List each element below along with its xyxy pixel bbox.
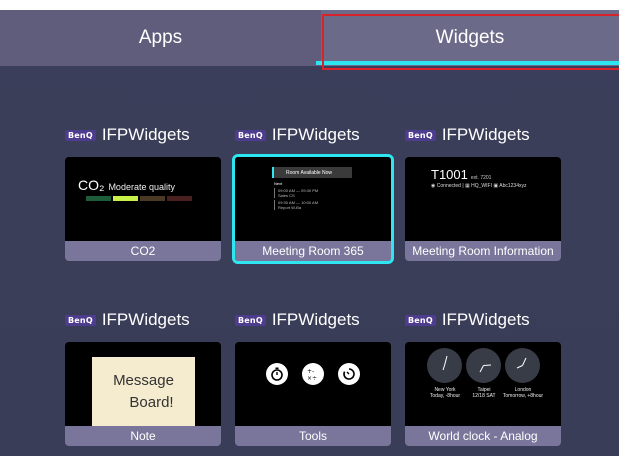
lock-icon: ▣ <box>493 183 499 189</box>
widget-thumbnail[interactable]: CO₂ Moderate quality CO2 <box>65 157 221 261</box>
tools-preview: +- ×÷ <box>235 342 391 426</box>
widget-thumbnail[interactable]: T1001 ext. 7201 ◉ Connected | ▦ HQ_WIFI ▣… <box>405 157 561 261</box>
benq-logo: BenQ <box>235 129 266 141</box>
wifi-name: HQ_WIFI <box>471 183 492 189</box>
timer-icon <box>338 363 360 385</box>
note-line: Board! <box>129 394 174 411</box>
wifi-icon: ◉ <box>431 183 436 189</box>
co2-bar <box>140 196 165 201</box>
connection-info: ◉ Connected | ▦ HQ_WIFI ▣ Abc1234xyz <box>431 183 527 189</box>
co2-reading: CO₂ Moderate quality <box>78 177 175 195</box>
event-marker <box>274 188 275 198</box>
benq-logo: BenQ <box>235 314 266 326</box>
city-offset: Tomorrow, +8hour <box>502 393 544 399</box>
widget-name: CO2 <box>65 241 221 261</box>
co2-preview: CO₂ Moderate quality <box>65 157 221 241</box>
widget-name: World clock - Analog <box>405 426 561 446</box>
next-label: Next <box>274 181 283 186</box>
clock-city: Taipei 12/18 SAT <box>462 387 506 399</box>
event-title: Sales CS <box>278 193 295 198</box>
tab-apps-label: Apps <box>138 27 183 48</box>
widget-header: BenQ IFPWidgets <box>235 308 360 332</box>
widget-header: BenQ IFPWidgets <box>65 123 190 147</box>
benq-logo: BenQ <box>405 314 436 326</box>
benq-logo: BenQ <box>405 129 436 141</box>
widget-thumbnail[interactable]: Room Available Now Next 09:00 AM — 09:30… <box>232 154 394 264</box>
widget-provider: IFPWidgets <box>271 310 360 329</box>
svg-text:×÷: ×÷ <box>307 375 317 381</box>
widget-name: Note <box>65 426 221 446</box>
clock-face <box>427 348 462 383</box>
co2-quality: Moderate quality <box>108 182 175 192</box>
widget-provider: IFPWidgets <box>271 125 360 144</box>
note-text: Message Board! <box>92 370 195 414</box>
connection-status: Connected <box>436 183 461 189</box>
widget-name: Meeting Room Information <box>405 241 561 261</box>
annotation-highlight-box <box>322 14 619 70</box>
meeting-room-preview: Room Available Now Next 09:00 AM — 09:30… <box>235 157 391 241</box>
widget-name: Meeting Room 365 <box>235 241 391 261</box>
note-preview: Message Board! <box>65 342 221 426</box>
co2-label: CO₂ <box>78 177 105 193</box>
calculator-icon: +- ×÷ <box>302 363 324 385</box>
widget-header: BenQ IFPWidgets <box>405 123 530 147</box>
benq-logo: BenQ <box>65 129 96 141</box>
wifi-password: Abc1234xyz <box>499 183 527 189</box>
widget-name: Tools <box>235 426 391 446</box>
widget-picker-panel: Apps Widgets BenQ IFPWidgets CO₂ Moderate… <box>0 10 619 456</box>
room-status: Room Available Now <box>286 169 333 176</box>
clock-city: New York Today, -8hour <box>423 387 467 399</box>
router-icon: ▦ <box>465 183 470 189</box>
widget-thumbnail[interactable]: Message Board! Note <box>65 342 221 446</box>
widget-provider: IFPWidgets <box>101 125 190 144</box>
room-id: T1001 <box>431 167 468 182</box>
svg-text:+-: +- <box>307 368 314 375</box>
room-status-bar: Room Available Now <box>272 167 352 178</box>
event-marker <box>274 200 275 210</box>
note-line: Message <box>113 372 174 389</box>
widget-thumbnail[interactable]: New York Today, -8hour Taipei 12/18 SAT Lo… <box>405 342 561 446</box>
city-offset: Today, -8hour <box>429 393 461 399</box>
widget-thumbnail[interactable]: +- ×÷ Tools <box>235 342 391 446</box>
widget-header: BenQ IFPWidgets <box>235 123 360 147</box>
co2-bar <box>167 196 192 201</box>
co2-bar <box>113 196 138 201</box>
widget-header: BenQ IFPWidgets <box>65 308 190 332</box>
co2-bar <box>86 196 111 201</box>
widget-provider: IFPWidgets <box>441 310 530 329</box>
benq-logo: BenQ <box>65 314 96 326</box>
room-info-preview: T1001 ext. 7201 ◉ Connected | ▦ HQ_WIFI ▣… <box>405 157 561 241</box>
widget-header: BenQ IFPWidgets <box>405 308 530 332</box>
clock-face <box>466 348 501 383</box>
co2-level-bars <box>86 196 192 201</box>
event-title: Report W-Ba <box>278 205 302 210</box>
clock-city: London Tomorrow, +8hour <box>501 387 545 399</box>
note-paper: Message Board! <box>92 357 195 426</box>
widget-provider: IFPWidgets <box>101 310 190 329</box>
tab-apps[interactable]: Apps <box>0 10 321 66</box>
cropped-caption: ​ <box>0 0 619 10</box>
room-ext: ext. 7201 <box>470 175 492 181</box>
widget-provider: IFPWidgets <box>441 125 530 144</box>
room-number: T1001 ext. 7201 <box>431 167 491 182</box>
stopwatch-icon <box>266 363 288 385</box>
world-clock-preview: New York Today, -8hour Taipei 12/18 SAT Lo… <box>405 342 561 426</box>
city-offset: 12/18 SAT <box>472 393 496 399</box>
clock-face <box>505 348 540 383</box>
